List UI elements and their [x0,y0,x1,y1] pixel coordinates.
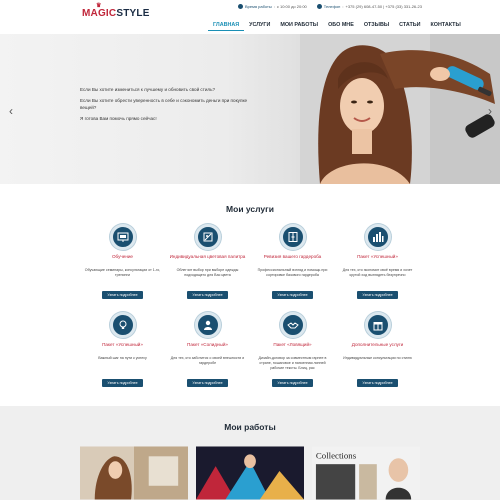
service-title: Пакет «Солидный» [187,342,228,347]
crown-icon: ♛ [96,3,102,9]
hours: Время работы: с 10:00 до 20:00 [238,4,307,9]
service-title: Индивидуальная цветовая палитра [169,254,246,259]
hero-slider: ‹ Если Вы хотите измениться к лучшему и … [0,34,500,184]
service-card: Пакет «Солидный» Для тех, кто заботится … [165,310,250,390]
works-title: Мои работы [224,422,276,432]
logo-style: STYLE [116,8,150,19]
work-photo[interactable] [196,446,304,500]
phone-value[interactable]: +375 (29) 608-47-50 | +375 (33) 331-26-2… [346,4,422,9]
hero-line-2: Если Вы хотите обрести уверенность в себ… [80,98,248,110]
services-title: Мои услуги [226,204,274,214]
service-card: Ревизия вашего гардероба Профессиональны… [250,222,335,302]
service-desc: Индивидуальные консультации по стилю [343,356,412,360]
phone-label: Телефон [323,4,341,9]
service-more-button[interactable]: Узнать подробнее [187,379,228,387]
handshake-icon [279,312,306,338]
service-title: Обучение [111,254,133,259]
service-more-button[interactable]: Узнать подробнее [357,379,398,387]
service-desc: Обучающие семинары, консультации от 1-го… [84,268,161,277]
bulb-icon [109,312,136,338]
nav-contacts[interactable]: Контакты [426,22,466,31]
works-gallery: Collections [80,446,420,500]
service-title: Дополнительные услуги [351,342,404,347]
service-desc: Важный шаг на пути к успеху [98,356,147,360]
wardrobe-icon [279,224,306,250]
service-card: Индивидуальная цветовая палитра Облегчит… [165,222,250,302]
service-title: Пакет «Успешный» [102,342,143,347]
service-more-button[interactable]: Узнать подробнее [102,291,143,299]
phone-icon [316,4,322,9]
hero-line-3: Я готова Вам помочь прямо сейчас! [80,116,157,121]
nav-articles[interactable]: Статьи [394,22,425,31]
nav-home[interactable]: Главная [208,22,245,31]
magazine-text: Collections [316,450,357,460]
hours-label: Время работы [245,4,272,9]
presentation-icon [109,224,136,250]
hero-line-1: Если Вы хотите измениться к лучшему и об… [80,87,216,92]
service-title: Пакет «Ловящий» [273,342,312,347]
service-card: Пакет «Успешный» Важный шаг на пути к ус… [80,310,165,390]
service-desc: Профессиональный взгляд и помощь при сор… [257,268,328,277]
slider-prev-arrow[interactable]: ‹ [9,104,13,118]
palette-icon [194,224,221,250]
city-icon [364,224,391,250]
service-desc: Для тех, кто заботится о своей внешности… [170,356,245,365]
service-card: Пакет «Успешный» Для тех, кто экономит с… [335,222,420,302]
hero-image [300,34,500,184]
service-desc: Облегчит выбор при выборе одежды подходя… [176,268,239,277]
service-card: Дополнительные услуги Индивидуальные кон… [335,310,420,390]
hours-value: с 10:00 до 20:00 [276,4,307,9]
header: ♛ MAGICSTYLE Время работы: с 10:00 до 20… [0,0,500,34]
clock-icon [238,4,243,9]
logo[interactable]: ♛ MAGICSTYLE [82,3,150,19]
phone: Телефон: +375 (29) 608-47-50 | +375 (33)… [316,4,422,9]
contacts: Время работы: с 10:00 до 20:00 Телефон: … [238,4,422,9]
nav-reviews[interactable]: Отзывы [359,22,394,31]
nav-about[interactable]: Обо мне [323,22,359,31]
service-more-button[interactable]: Узнать подробнее [357,291,398,299]
service-desc: Для тех, кто экономит своё время и хочет… [342,268,413,277]
logo-magic: MAGIC [82,8,117,19]
service-desc: Дизайн-договор за совместным гарнее в ст… [258,356,327,370]
service-card: Обучение Обучающие семинары, консультаци… [80,222,165,302]
service-more-button[interactable]: Узнать подробнее [102,379,143,387]
service-more-button[interactable]: Узнать подробнее [272,291,313,299]
nav-services[interactable]: Услуги [244,22,275,31]
businessman-icon [194,312,221,338]
hero-text: Если Вы хотите измениться к лучшему и об… [80,86,250,126]
work-photo[interactable] [80,446,188,500]
service-more-button[interactable]: Узнать подробнее [272,379,313,387]
service-card: Пакет «Ловящий» Дизайн-договор за совмес… [250,310,335,390]
gift-icon [364,312,391,338]
service-more-button[interactable]: Узнать подробнее [187,291,228,299]
service-title: Пакет «Успешный» [357,254,398,259]
main-nav: Главная Услуги Мои работы Обо мне Отзывы… [208,22,466,31]
nav-works[interactable]: Мои работы [275,22,323,31]
service-title: Ревизия вашего гардероба [263,254,322,259]
slider-next-arrow[interactable]: › [488,104,492,118]
services-grid: Обучение Обучающие семинары, консультаци… [80,222,420,390]
work-photo[interactable]: Collections [312,446,420,500]
